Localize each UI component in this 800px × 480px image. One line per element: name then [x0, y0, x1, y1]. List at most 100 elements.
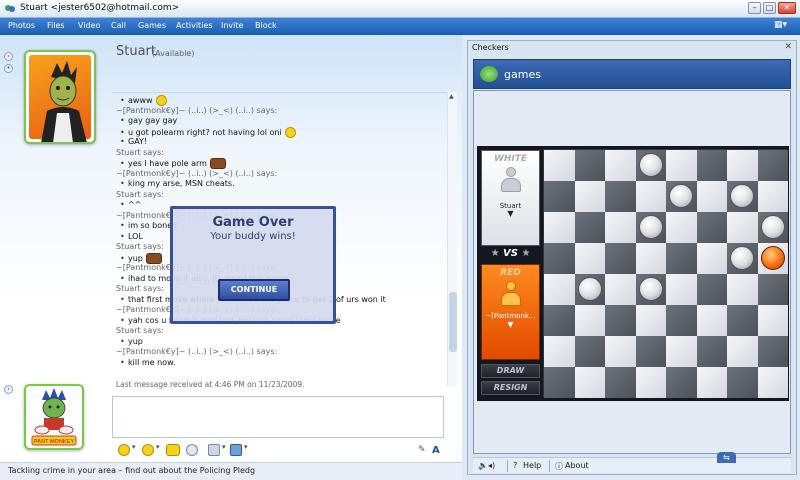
board-square[interactable] — [635, 336, 666, 367]
help-link[interactable]: Help — [523, 461, 541, 470]
panel-close-button[interactable]: ✕ — [784, 42, 792, 52]
white-checker-piece[interactable] — [577, 277, 602, 301]
share-icon[interactable] — [230, 443, 248, 456]
board-square[interactable] — [696, 243, 727, 274]
close-window-button[interactable]: ✕ — [778, 2, 796, 14]
board-square[interactable] — [605, 181, 636, 212]
collapse-contact-icon[interactable]: › — [4, 52, 13, 61]
sound-icon[interactable]: 🔉◂) — [478, 461, 495, 470]
board-square[interactable] — [574, 181, 605, 212]
board-square[interactable] — [666, 150, 697, 181]
board-square[interactable] — [574, 150, 605, 181]
board-square[interactable] — [605, 367, 636, 398]
board-square[interactable] — [605, 243, 636, 274]
board-square[interactable] — [666, 367, 697, 398]
board-square[interactable] — [605, 150, 636, 181]
board-square[interactable] — [757, 336, 788, 367]
board-square[interactable] — [605, 274, 636, 305]
maximize-button[interactable]: □ — [763, 2, 776, 14]
board-square[interactable] — [605, 336, 636, 367]
board-square[interactable] — [574, 367, 605, 398]
wink-icon[interactable] — [142, 443, 160, 456]
nudge-icon[interactable] — [166, 444, 180, 456]
red-checker-piece[interactable] — [760, 246, 785, 270]
board-square[interactable] — [696, 150, 727, 181]
white-checker-piece[interactable] — [760, 215, 785, 239]
board-square[interactable] — [696, 336, 727, 367]
continue-button[interactable]: CONTINUE — [218, 279, 290, 301]
board-square[interactable] — [635, 181, 666, 212]
board-square[interactable] — [605, 212, 636, 243]
board-square[interactable] — [666, 212, 697, 243]
emoticon-icon[interactable] — [118, 443, 136, 456]
white-checker-piece[interactable] — [730, 184, 754, 208]
toolbar-options-icon[interactable]: ▦▾ — [774, 20, 790, 32]
board-square[interactable] — [544, 181, 575, 212]
draw-button[interactable]: DRAW — [481, 364, 540, 378]
board-square[interactable] — [666, 336, 697, 367]
checkers-board[interactable] — [543, 149, 788, 398]
scrollbar-thumb[interactable] — [449, 292, 457, 352]
board-square[interactable] — [666, 274, 697, 305]
board-square[interactable] — [544, 336, 575, 367]
board-square[interactable] — [635, 305, 666, 336]
board-square[interactable] — [574, 212, 605, 243]
menu-video[interactable]: Video — [78, 21, 100, 30]
white-checker-piece[interactable] — [638, 215, 663, 239]
menu-block[interactable]: Block — [255, 21, 277, 30]
board-square[interactable] — [544, 212, 575, 243]
ad-bar[interactable]: Tackling crime in your area – find out a… — [0, 462, 462, 480]
message-input[interactable] — [112, 396, 444, 438]
board-square[interactable] — [727, 336, 758, 367]
board-square[interactable] — [574, 336, 605, 367]
board-square[interactable] — [696, 305, 727, 336]
board-square[interactable] — [757, 367, 788, 398]
board-square[interactable] — [757, 150, 788, 181]
menu-games[interactable]: Games — [138, 21, 166, 30]
resign-button[interactable]: RESIGN — [481, 381, 540, 395]
menu-activities[interactable]: Activities — [176, 21, 213, 30]
board-square[interactable] — [727, 305, 758, 336]
my-avatar[interactable]: PANT MONKEY — [24, 384, 84, 450]
menu-files[interactable]: Files — [47, 21, 65, 30]
menu-photos[interactable]: Photos — [8, 21, 35, 30]
white-checker-piece[interactable] — [638, 277, 663, 301]
white-checker-piece[interactable] — [669, 184, 693, 208]
board-square[interactable] — [544, 243, 575, 274]
board-square[interactable] — [696, 212, 727, 243]
board-square[interactable] — [696, 181, 727, 212]
minimize-button[interactable]: – — [748, 2, 761, 14]
panel-toggle-icon[interactable]: ⇆ — [717, 452, 736, 463]
board-square[interactable] — [727, 367, 758, 398]
board-square[interactable] — [727, 150, 758, 181]
board-square[interactable] — [574, 305, 605, 336]
board-square[interactable] — [635, 367, 666, 398]
conversation-scrollbar[interactable]: ▲ — [447, 92, 457, 386]
ad-text[interactable]: Tackling crime in your area – find out a… — [8, 466, 255, 475]
board-square[interactable] — [635, 243, 666, 274]
white-checker-piece[interactable] — [638, 153, 663, 177]
contact-avatar[interactable] — [24, 50, 96, 144]
board-square[interactable] — [605, 305, 636, 336]
board-square[interactable] — [757, 305, 788, 336]
board-square[interactable] — [544, 274, 575, 305]
board-square[interactable] — [757, 181, 788, 212]
board-square[interactable] — [727, 274, 758, 305]
board-square[interactable] — [666, 305, 697, 336]
collapse-self-icon[interactable]: › — [4, 385, 13, 394]
board-square[interactable] — [544, 367, 575, 398]
board-square[interactable] — [757, 274, 788, 305]
board-square[interactable] — [574, 243, 605, 274]
contact-card-icon[interactable]: • — [4, 64, 13, 73]
voice-clip-icon[interactable] — [186, 444, 198, 456]
board-square[interactable] — [696, 367, 727, 398]
board-square[interactable] — [666, 243, 697, 274]
board-square[interactable] — [727, 212, 758, 243]
menu-call[interactable]: Call — [111, 21, 126, 30]
help-icon[interactable]: ? — [513, 461, 517, 470]
handwriting-icon[interactable]: ✎ — [418, 445, 426, 455]
contact-name[interactable]: Stuart — [116, 44, 156, 59]
menu-invite[interactable]: Invite — [221, 21, 243, 30]
about-icon[interactable]: ⓘ — [555, 461, 563, 472]
font-button[interactable]: A — [432, 445, 440, 456]
